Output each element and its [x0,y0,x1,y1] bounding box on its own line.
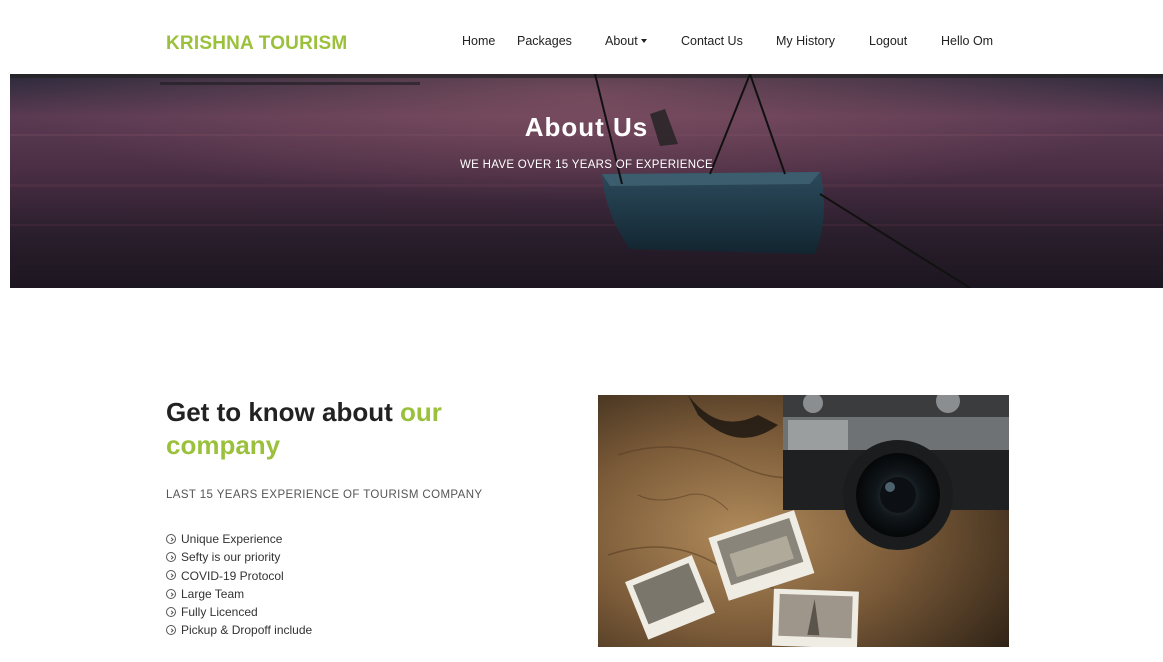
hero-banner: About Us WE HAVE OVER 15 YEARS OF EXPERI… [10,74,1163,288]
feature-item: COVID-19 Protocol [166,567,312,585]
camera-map-photo [598,395,1009,647]
about-camera-image [598,395,1009,647]
feature-item: Pickup & Dropoff include [166,621,312,639]
caret-down-icon [640,38,647,43]
nav-home[interactable]: Home [462,34,495,48]
feature-item: Sefty is our priority [166,548,312,566]
hero-title: About Us [524,112,649,142]
feature-label: Fully Licenced [181,605,258,620]
feature-list: Unique Experience Sefty is our priority … [166,530,312,640]
nav-contact[interactable]: Contact Us [681,34,743,48]
nav-about-label: About [605,34,638,48]
circle-chevron-icon [166,552,176,563]
circle-chevron-icon [166,570,176,581]
circle-chevron-icon [166,588,176,599]
nav-packages[interactable]: Packages [517,34,572,48]
feature-label: COVID-19 Protocol [181,568,284,583]
about-heading: Get to know about our company [166,396,546,462]
brand-logo[interactable]: KRISHNA TOURISM [166,33,347,55]
feature-label: Pickup & Dropoff include [181,623,313,638]
feature-label: Large Team [181,586,245,601]
circle-chevron-icon [166,625,176,636]
navbar: KRISHNA TOURISM Home Packages About Cont… [0,0,1163,74]
hero-subtitle: WE HAVE OVER 15 YEARS OF EXPERIENCE [460,159,713,171]
nav-history[interactable]: My History [776,34,835,48]
feature-item: Fully Licenced [166,603,312,621]
about-heading-plain: Get to know about [166,397,400,427]
about-subtitle: LAST 15 YEARS EXPERIENCE OF TOURISM COMP… [166,489,483,501]
nav-logout[interactable]: Logout [869,34,907,48]
feature-item: Large Team [166,585,312,603]
circle-chevron-icon [166,533,176,544]
feature-item: Unique Experience [166,530,312,548]
nav-user-greeting[interactable]: Hello Om [941,34,993,48]
feature-label: Unique Experience [181,532,283,546]
feature-label: Sefty is our priority [181,550,281,565]
circle-chevron-icon [166,607,176,618]
nav-about-dropdown[interactable]: About [605,34,647,48]
hero-background-image [10,74,1163,288]
